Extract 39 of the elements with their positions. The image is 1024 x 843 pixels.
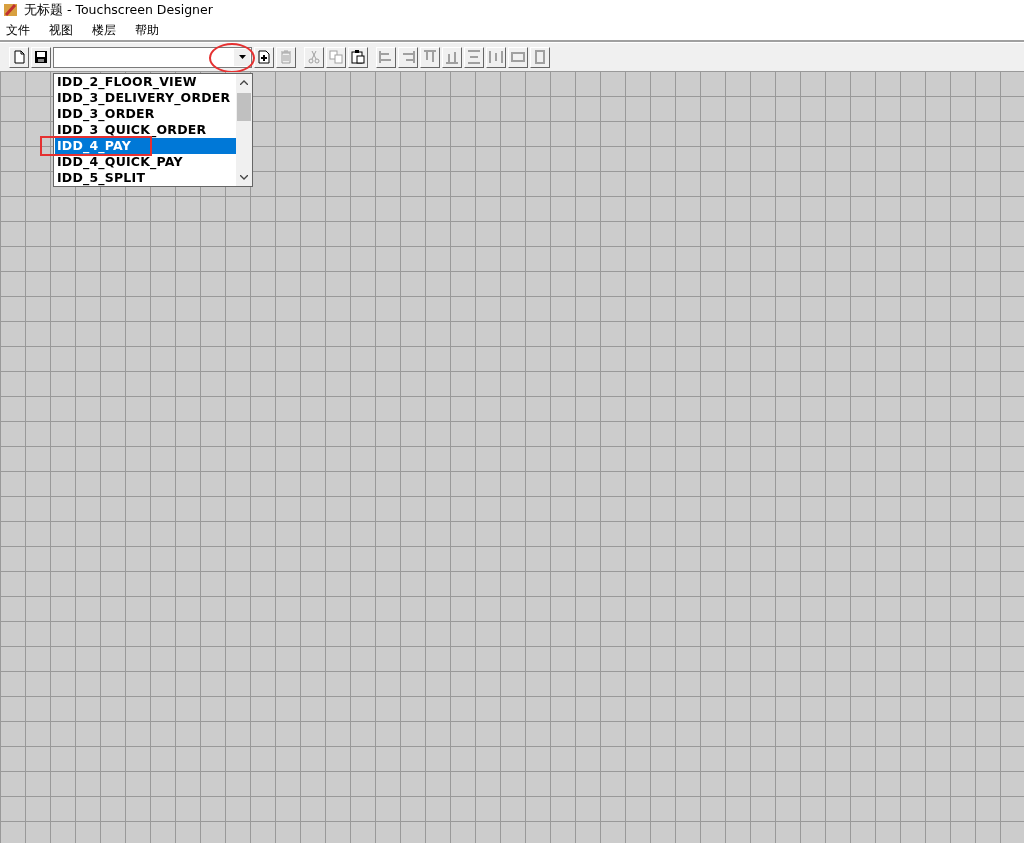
toolbar-button[interactable] — [31, 46, 51, 68]
list-item[interactable]: IDD_3_DELIVERY_ORDER — [55, 90, 236, 106]
same-width-icon — [510, 49, 526, 65]
list-item[interactable]: IDD_5_SPLIT — [55, 170, 236, 186]
app-icon — [3, 2, 19, 18]
design-grid[interactable]: IDD_2_FLOOR_VIEW IDD_3_DELIVERY_ORDER IDD_3_ORDER IDD_3_QUICK_ORDER IDD_4_PAY IDD_4_QUICK_PAY IDD_5_SPLIT — [0, 72, 1024, 843]
menu-item[interactable]: 帮助 — [135, 21, 159, 39]
toolbar-button[interactable] — [348, 46, 368, 68]
scrollbar[interactable] — [236, 74, 252, 186]
copy-icon — [328, 49, 344, 65]
scissors-icon — [306, 49, 322, 65]
add-page-icon — [256, 49, 272, 65]
scroll-down-icon — [240, 175, 248, 180]
menu-item[interactable]: 视图 — [49, 21, 73, 39]
same-height-icon — [532, 49, 548, 65]
list-item[interactable]: IDD_3_QUICK_ORDER — [55, 122, 236, 138]
center-horizontal-icon — [488, 49, 504, 65]
scroll-up-icon — [240, 80, 248, 85]
toolbar-button[interactable] — [254, 46, 274, 68]
align-left-icon — [378, 49, 394, 65]
align-bottom-icon — [444, 49, 460, 65]
scroll-thumb[interactable] — [237, 93, 251, 121]
list-item[interactable]: IDD_4_PAY — [55, 138, 236, 154]
center-vertical-icon — [466, 49, 482, 65]
menu-item[interactable]: 文件 — [6, 21, 30, 39]
list-item[interactable]: IDD_4_QUICK_PAY — [55, 154, 236, 170]
toolbar-button[interactable] — [9, 46, 29, 68]
dropdown-button[interactable] — [234, 48, 250, 66]
window-title: 无标题 - Touchscreen Designer — [24, 1, 213, 19]
save-icon — [33, 49, 49, 65]
trash-icon — [278, 49, 294, 65]
align-right-icon — [400, 49, 416, 65]
list-item[interactable]: IDD_3_ORDER — [55, 106, 236, 122]
caret-icon — [238, 55, 246, 59]
new-file-icon — [11, 49, 27, 65]
list-item[interactable]: IDD_2_FLOOR_VIEW — [55, 74, 236, 90]
clipboard-icon — [350, 49, 366, 65]
menu-item[interactable]: 楼层 — [92, 21, 116, 39]
align-top-icon — [422, 49, 438, 65]
